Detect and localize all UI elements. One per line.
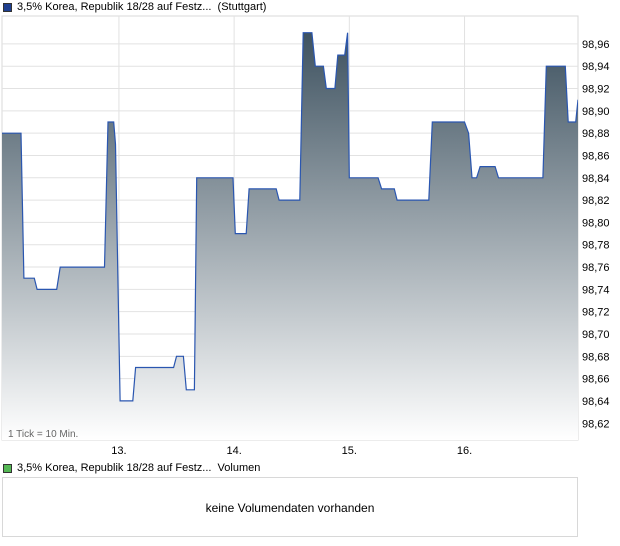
price-chart: 1 Tick = 10 Min. 98,6298,6498,6698,6898,…: [1, 15, 610, 457]
y-tick-label: 98,90: [582, 106, 610, 118]
y-tick-label: 98,76: [582, 262, 610, 274]
y-tick-label: 98,88: [582, 128, 610, 140]
x-axis-ticks: 13. 14. 15. 16.: [111, 445, 472, 457]
y-tick-label: 98,70: [582, 329, 610, 341]
tick-interval-note: 1 Tick = 10 Min.: [8, 429, 78, 440]
y-tick-label: 98,72: [582, 307, 610, 319]
y-tick-label: 98,96: [582, 39, 610, 51]
y-tick-label: 98,78: [582, 240, 610, 252]
volume-panel: keine Volumendaten vorhanden: [2, 477, 578, 537]
y-tick-label: 98,74: [582, 284, 610, 296]
y-tick-label: 98,86: [582, 150, 610, 162]
y-tick-label: 98,94: [582, 61, 610, 73]
volume-legend: 3,5% Korea, Republik 18/28 auf Festz... …: [3, 461, 260, 475]
x-tick-label: 16.: [457, 445, 472, 457]
volume-legend-swatch: [3, 463, 12, 473]
x-tick-label: 15.: [342, 445, 357, 457]
volume-legend-label: 3,5% Korea, Republik 18/28 auf Festz... …: [17, 462, 261, 474]
x-tick-label: 14.: [226, 445, 241, 457]
y-tick-label: 98,66: [582, 374, 610, 386]
x-tick-label: 13.: [111, 445, 126, 457]
y-axis-ticks: 98,62 98,64 98,66 98,68 98,70 98,72 98,74 98,76…: [582, 39, 610, 430]
y-tick-label: 98,68: [582, 351, 610, 363]
y-tick-label: 98,84: [582, 173, 610, 185]
y-tick-label: 98,92: [582, 84, 610, 96]
y-tick-label: 98,62: [582, 418, 610, 430]
no-volume-message: keine Volumendaten vorhanden: [205, 501, 375, 515]
y-tick-label: 98,80: [582, 217, 610, 229]
y-tick-label: 98,64: [582, 396, 610, 408]
y-tick-label: 98,82: [582, 195, 610, 207]
